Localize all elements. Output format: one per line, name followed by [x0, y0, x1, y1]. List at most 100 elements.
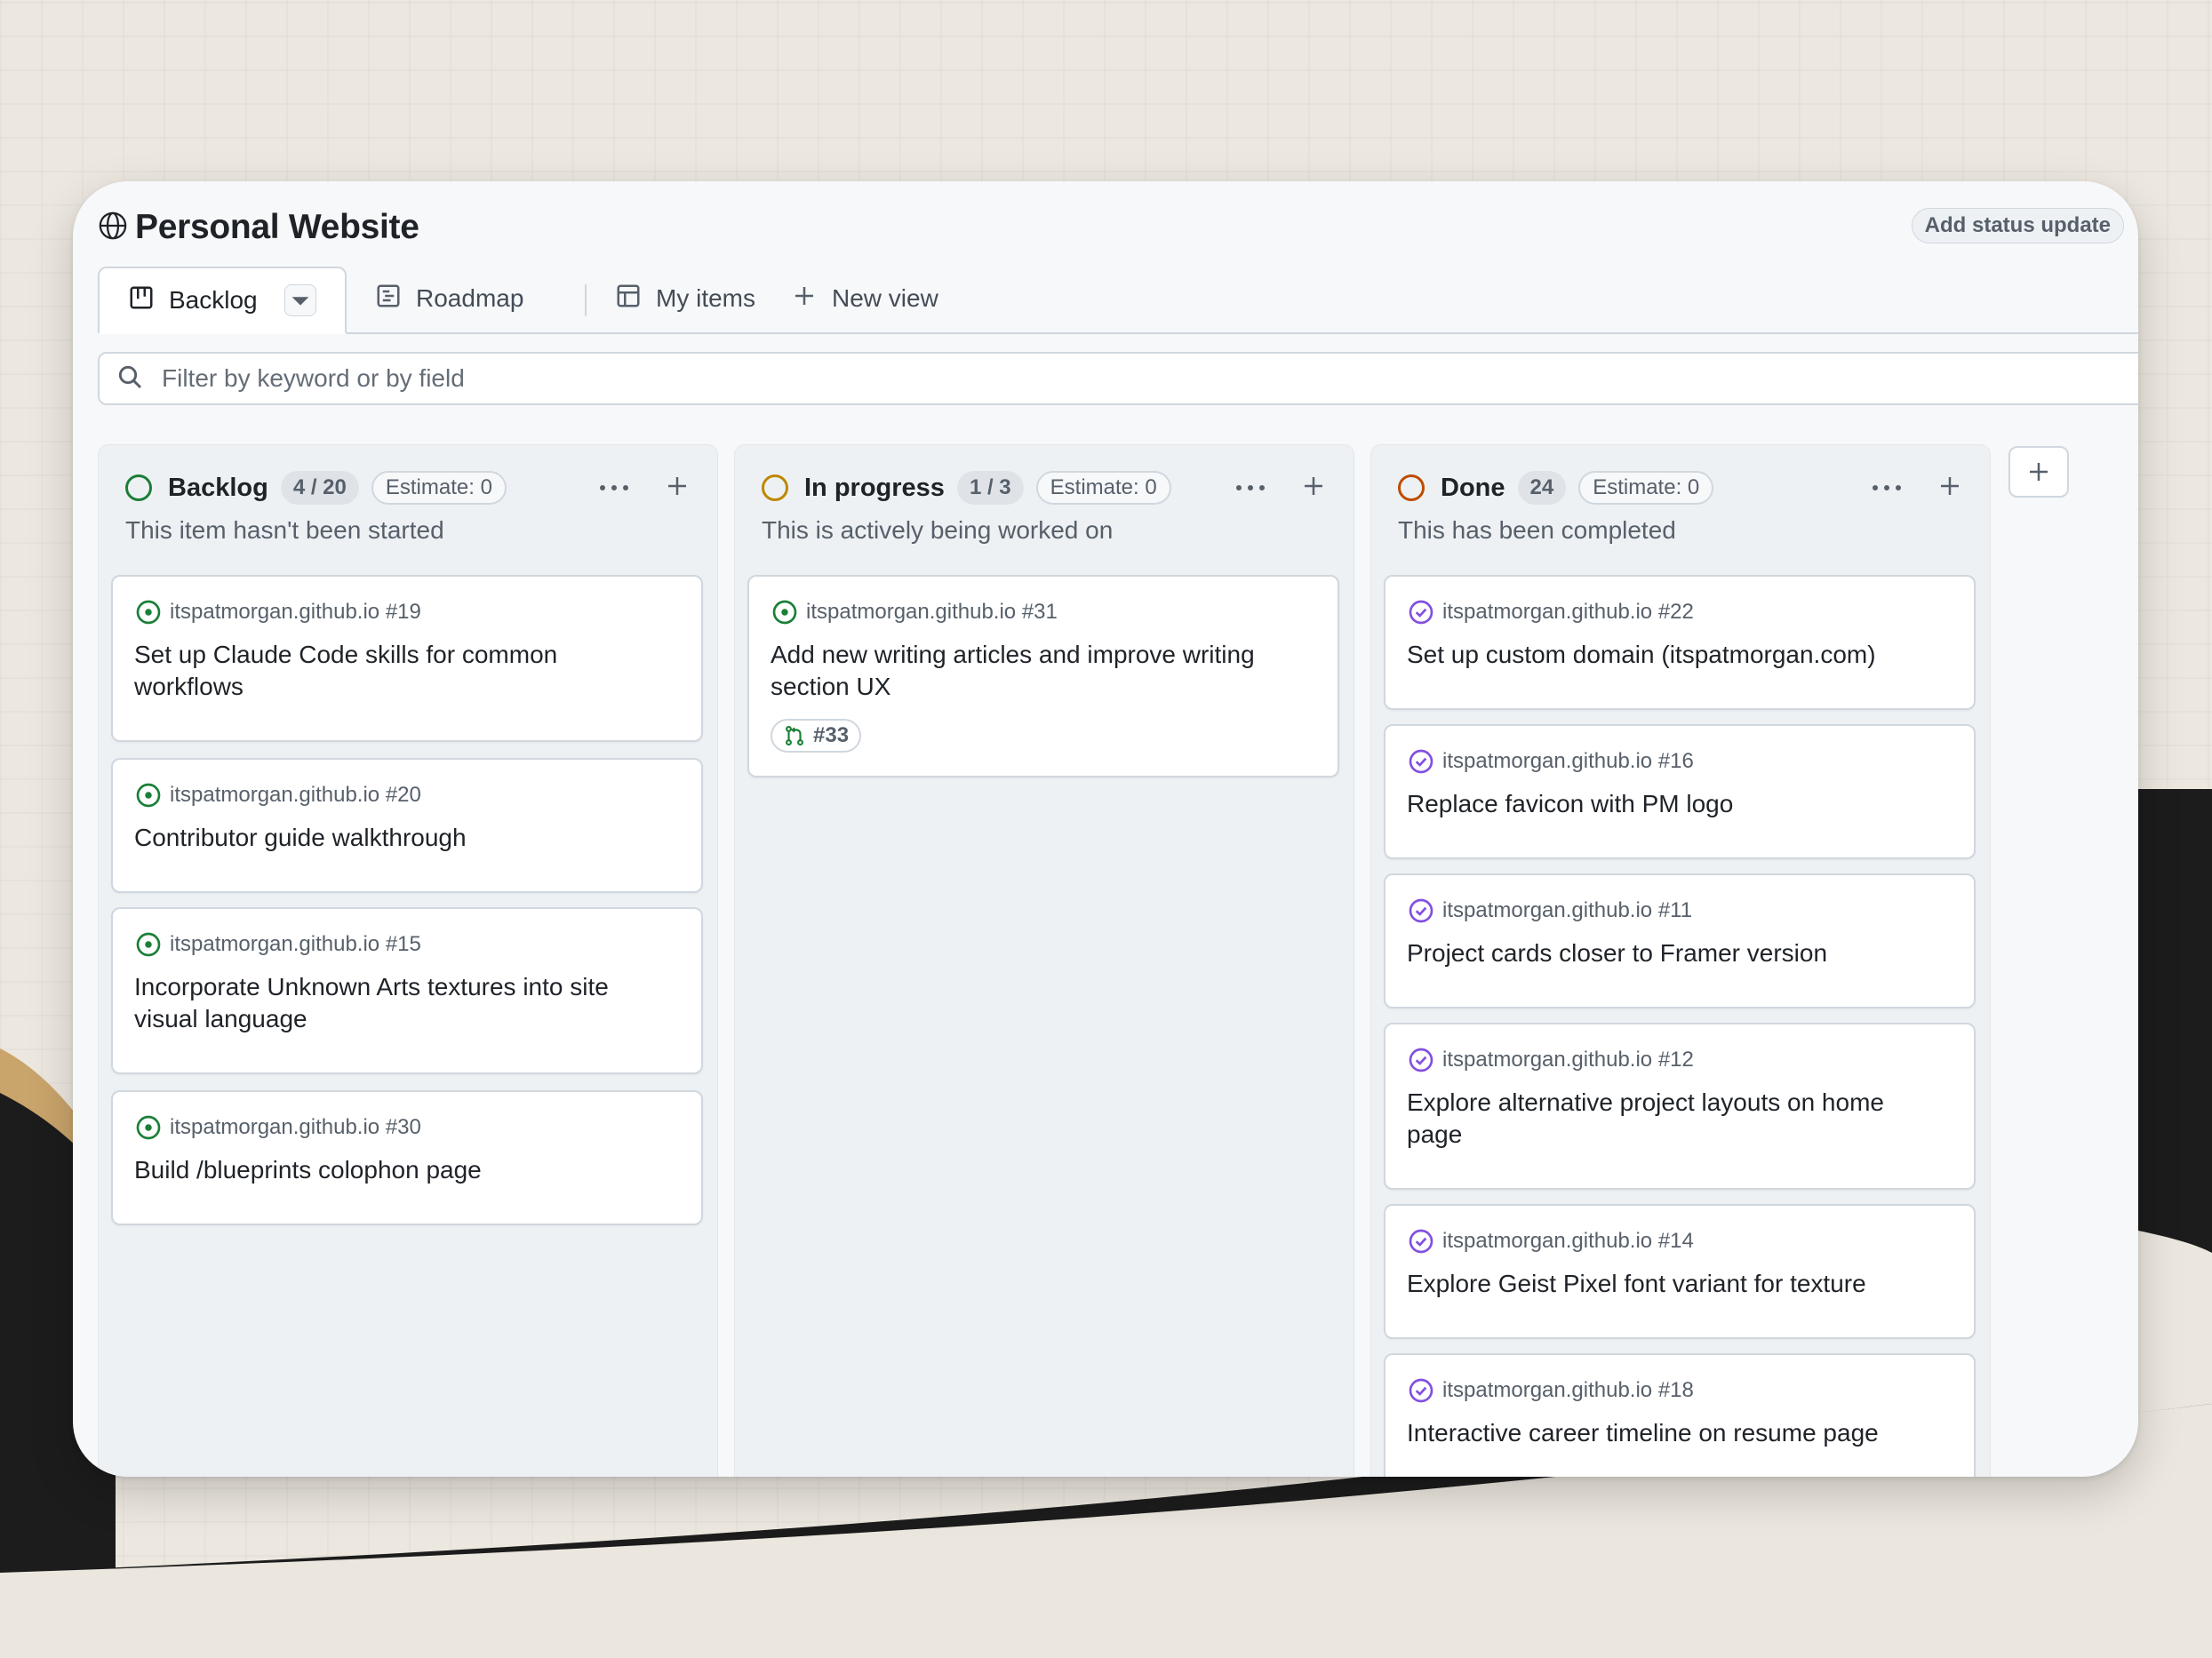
linked-pull-request-badge[interactable]: #33 [771, 719, 862, 753]
more-options-icon[interactable] [1873, 485, 1901, 490]
issue-title[interactable]: Build /blueprints colophon page [134, 1154, 666, 1186]
open-issue-icon [136, 932, 161, 957]
item-count-badge: 4 / 20 [280, 471, 359, 505]
issue-reference: itspatmorgan.github.io #19 [134, 598, 421, 626]
plus-icon [791, 283, 818, 315]
estimate-badge: Estimate: 0 [1578, 471, 1714, 505]
table-icon [615, 283, 642, 315]
issue-card[interactable]: itspatmorgan.github.io #15 Incorporate U… [111, 907, 703, 1074]
status-circle-icon [762, 474, 788, 501]
column-backlog: Backlog 4 / 20 Estimate: 0 This item has… [98, 444, 718, 1477]
column-title: Done [1441, 473, 1505, 502]
issue-title[interactable]: Project cards closer to Framer version [1407, 937, 1938, 969]
issue-card[interactable]: itspatmorgan.github.io #31 Add new writi… [747, 575, 1339, 777]
roadmap-icon [375, 283, 402, 315]
issue-reference: itspatmorgan.github.io #16 [1407, 747, 1694, 776]
issue-reference: itspatmorgan.github.io #11 [1407, 897, 1692, 925]
add-item-icon[interactable] [664, 473, 691, 504]
closed-issue-icon [1409, 1378, 1433, 1403]
item-count-badge: 1 / 3 [956, 471, 1024, 505]
filter-bar [98, 352, 2138, 405]
add-item-icon[interactable] [1936, 473, 1963, 504]
closed-issue-icon [1409, 749, 1433, 774]
search-icon [116, 363, 144, 395]
issue-title[interactable]: Interactive career timeline on resume pa… [1407, 1417, 1938, 1449]
issue-title[interactable]: Explore Geist Pixel font variant for tex… [1407, 1268, 1938, 1300]
estimate-badge: Estimate: 0 [371, 471, 507, 505]
column-header: In progress 1 / 3 Estimate: 0 [762, 468, 1327, 507]
issue-reference: itspatmorgan.github.io #12 [1407, 1046, 1694, 1074]
issue-card[interactable]: itspatmorgan.github.io #11 Project cards… [1384, 873, 1976, 1008]
issue-title[interactable]: Set up custom domain (itspatmorgan.com) [1407, 639, 1938, 671]
board-icon [128, 284, 155, 317]
new-view-button[interactable]: New view [791, 267, 938, 331]
column-actions [1873, 468, 1963, 507]
issue-reference: itspatmorgan.github.io #31 [771, 598, 1058, 626]
add-column-button[interactable] [2008, 446, 2069, 498]
status-circle-icon [1398, 474, 1425, 501]
item-count-badge: 24 [1517, 471, 1567, 505]
status-circle-icon [125, 474, 152, 501]
more-options-icon[interactable] [600, 485, 628, 490]
open-issue-icon [136, 1115, 161, 1140]
tab-label: New view [832, 284, 938, 312]
issue-title[interactable]: Replace favicon with PM logo [1407, 788, 1938, 820]
tab-label: Backlog [169, 286, 258, 314]
issue-title[interactable]: Contributor guide walkthrough [134, 822, 666, 854]
column-actions [600, 468, 691, 507]
issue-card[interactable]: itspatmorgan.github.io #30 Build /bluepr… [111, 1090, 703, 1225]
closed-issue-icon [1409, 1229, 1433, 1254]
issue-card[interactable]: itspatmorgan.github.io #20 Contributor g… [111, 758, 703, 893]
issue-card[interactable]: itspatmorgan.github.io #16 Replace favic… [1384, 724, 1976, 859]
issue-card[interactable]: itspatmorgan.github.io #14 Explore Geist… [1384, 1204, 1976, 1339]
column-actions [1236, 468, 1327, 507]
issue-card[interactable]: itspatmorgan.github.io #18 Interactive c… [1384, 1353, 1976, 1477]
tab-backlog[interactable]: Backlog [98, 267, 347, 334]
caret-down-icon [291, 297, 308, 306]
more-options-icon[interactable] [1236, 485, 1265, 490]
estimate-badge: Estimate: 0 [1035, 471, 1171, 505]
issue-reference: itspatmorgan.github.io #14 [1407, 1227, 1694, 1255]
tab-label: Roadmap [416, 284, 524, 312]
pull-request-icon [786, 725, 803, 746]
tab-divider [585, 284, 587, 316]
filter-input[interactable] [160, 363, 1230, 394]
issue-title[interactable]: Incorporate Unknown Arts textures into s… [134, 971, 666, 1035]
issue-title[interactable]: Set up Claude Code skills for common wor… [134, 639, 666, 703]
tab-roadmap[interactable]: Roadmap [375, 267, 523, 331]
open-issue-icon [136, 600, 161, 625]
issue-reference: itspatmorgan.github.io #30 [134, 1113, 421, 1142]
issue-card[interactable]: itspatmorgan.github.io #12 Explore alter… [1384, 1023, 1976, 1190]
project-window: Personal Website Add status update Backl… [73, 181, 2138, 1477]
plus-icon [2030, 463, 2048, 481]
column-in-progress: In progress 1 / 3 Estimate: 0 This is ac… [734, 444, 1354, 1477]
column-description: This has been completed [1398, 516, 1676, 544]
issue-title[interactable]: Add new writing articles and improve wri… [771, 639, 1302, 703]
add-status-update-button[interactable]: Add status update [1911, 208, 2124, 243]
view-options-dropdown[interactable] [283, 284, 316, 316]
column-done: Done 24 Estimate: 0 This has been comple… [1370, 444, 1991, 1477]
open-issue-icon [772, 600, 797, 625]
closed-issue-icon [1409, 600, 1433, 625]
issue-reference: itspatmorgan.github.io #22 [1407, 598, 1694, 626]
column-header: Backlog 4 / 20 Estimate: 0 [125, 468, 691, 507]
view-tabs: Backlog Roadmap My items New view [98, 267, 2138, 334]
closed-issue-icon [1409, 1048, 1433, 1072]
issue-reference: itspatmorgan.github.io #20 [134, 781, 421, 809]
closed-issue-icon [1409, 898, 1433, 923]
tab-my-items[interactable]: My items [615, 267, 755, 331]
column-header: Done 24 Estimate: 0 [1398, 468, 1963, 507]
column-title: In progress [804, 473, 945, 502]
column-title: Backlog [168, 473, 268, 502]
page-header: Personal Website [98, 208, 419, 247]
open-issue-icon [136, 783, 161, 808]
add-item-icon[interactable] [1300, 473, 1327, 504]
page-title: Personal Website [135, 208, 419, 246]
column-description: This item hasn't been started [125, 516, 444, 544]
column-description: This is actively being worked on [762, 516, 1114, 544]
issue-reference: itspatmorgan.github.io #18 [1407, 1376, 1694, 1405]
issue-card[interactable]: itspatmorgan.github.io #19 Set up Claude… [111, 575, 703, 742]
issue-card[interactable]: itspatmorgan.github.io #22 Set up custom… [1384, 575, 1976, 710]
tab-label: My items [656, 284, 755, 312]
issue-title[interactable]: Explore alternative project layouts on h… [1407, 1087, 1938, 1151]
